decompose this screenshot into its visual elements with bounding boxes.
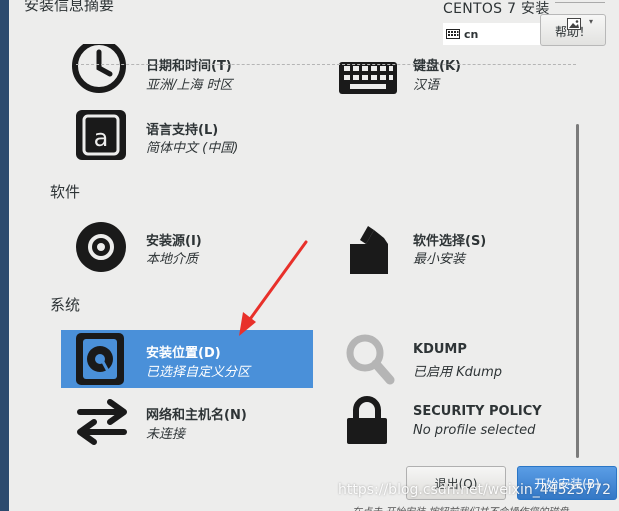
keyboard-small-icon (446, 29, 460, 39)
spoke-status: 未连接 (146, 427, 186, 442)
spoke-title: 软件选择(S) (413, 234, 487, 249)
help-button[interactable]: ▾ 帮助！ (540, 14, 606, 46)
keyboard-layout-label: cn (464, 27, 479, 41)
package-icon (350, 226, 388, 274)
dropdown-arrow-icon: ▾ (589, 17, 594, 26)
page-title: 安装信息摘要 (24, 0, 115, 14)
spoke-title: 语言支持(L) (146, 123, 219, 138)
scrollbar[interactable] (576, 124, 579, 458)
image-icon (567, 18, 581, 30)
keyboard-layout-indicator[interactable]: cn (443, 23, 543, 45)
spoke-title: 网络和主机名(N) (146, 408, 247, 423)
spoke-kdump[interactable]: KDUMP 已启用 Kdump (344, 332, 574, 388)
clock-icon (72, 44, 126, 93)
spoke-security-policy[interactable]: SECURITY POLICY No profile selected (344, 396, 574, 452)
language-icon: a (76, 110, 126, 160)
harddisk-icon (76, 333, 124, 385)
watermark: https://blog.csdn.net/weixin_44525772 (338, 482, 612, 498)
spoke-datetime[interactable]: 日期和时间(T) 亚洲/上海 时区 (70, 44, 330, 100)
spoke-status: 已启用 Kdump (413, 365, 503, 380)
spoke-status: No profile selected (413, 423, 536, 438)
product-title: CENTOS 7 安装 (443, 1, 550, 17)
keyboard-icon (339, 62, 397, 94)
annotation-arrow-icon (239, 240, 308, 336)
footer-note: 在点击 开始安装 按钮前我们并不会操作您的磁盘 (352, 503, 568, 511)
header-divider (555, 2, 605, 3)
spoke-status: 简体中文 (中国) (146, 141, 239, 156)
section-heading-system: 系统 (50, 296, 81, 314)
magnifier-icon (346, 334, 395, 385)
spoke-title: KDUMP (413, 342, 467, 357)
spoke-title: 安装位置(D) (146, 346, 221, 361)
spoke-status: 汉语 (413, 78, 440, 93)
scroll-fade-divider (76, 64, 576, 65)
spoke-title: SECURITY POLICY (413, 404, 542, 419)
spoke-title: 安装源(I) (146, 234, 202, 249)
spoke-network[interactable]: 网络和主机名(N) 未连接 (74, 396, 324, 452)
spoke-status: 最小安装 (413, 252, 466, 267)
sidebar-strip (0, 0, 9, 511)
spoke-status: 亚洲/上海 时区 (146, 78, 233, 93)
network-arrows-icon (77, 399, 127, 445)
spoke-status: 本地介质 (146, 252, 199, 267)
spoke-keyboard[interactable]: 键盘(K) 汉语 (338, 44, 568, 100)
section-heading-software: 软件 (50, 183, 81, 201)
svg-text:a: a (94, 124, 109, 152)
spoke-status: 已选择自定义分区 (146, 365, 251, 380)
disc-icon (76, 222, 126, 272)
lock-icon (347, 396, 387, 444)
spoke-language[interactable]: a 语言支持(L) 简体中文 (中国) (74, 108, 334, 164)
spoke-software-selection[interactable]: 软件选择(S) 最小安装 (344, 220, 574, 280)
